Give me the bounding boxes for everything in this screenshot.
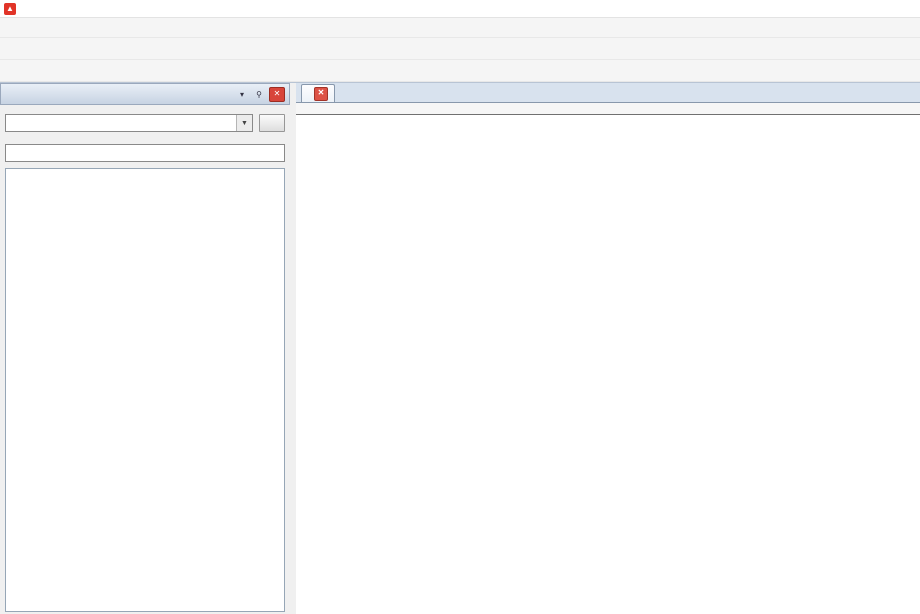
panel-close-icon[interactable]: ✕ [269, 87, 285, 102]
pages-panel-header: ▾ ⚲ ✕ [0, 83, 290, 105]
schematic-drawing [296, 115, 920, 614]
filter-browse-button[interactable] [259, 114, 285, 132]
panel-header-buttons: ▾ ⚲ ✕ [235, 87, 285, 102]
schematic-tab[interactable]: ✕ [301, 84, 335, 102]
document-tab-bar: ✕ [296, 83, 920, 103]
column-ruler [296, 103, 920, 115]
title-bar: ▲ [0, 0, 920, 18]
value-input[interactable] [5, 144, 285, 162]
combobox-chevron-icon[interactable]: ▼ [236, 115, 252, 131]
pages-panel-body: ▼ [0, 105, 290, 614]
panel-menu-chevron-icon[interactable]: ▾ [235, 88, 249, 101]
schematic-canvas[interactable] [296, 115, 920, 614]
app-logo-icon: ▲ [4, 3, 16, 15]
menu-bar [0, 18, 920, 38]
eplan-window: ▲ ▾ ⚲ ✕ ▼ [0, 0, 920, 614]
toolbar-row-1 [0, 38, 920, 60]
page-tree [5, 168, 285, 612]
toolbar-row-2 [0, 60, 920, 82]
tab-close-icon[interactable]: ✕ [314, 87, 328, 101]
filter-combobox[interactable]: ▼ [5, 114, 253, 132]
editor-area: ✕ [296, 82, 920, 614]
filter-row: ▼ [5, 114, 285, 132]
main-content: ▾ ⚲ ✕ ▼ [0, 82, 920, 614]
pages-panel: ▾ ⚲ ✕ ▼ [0, 82, 290, 614]
panel-pin-icon[interactable]: ⚲ [252, 88, 266, 101]
